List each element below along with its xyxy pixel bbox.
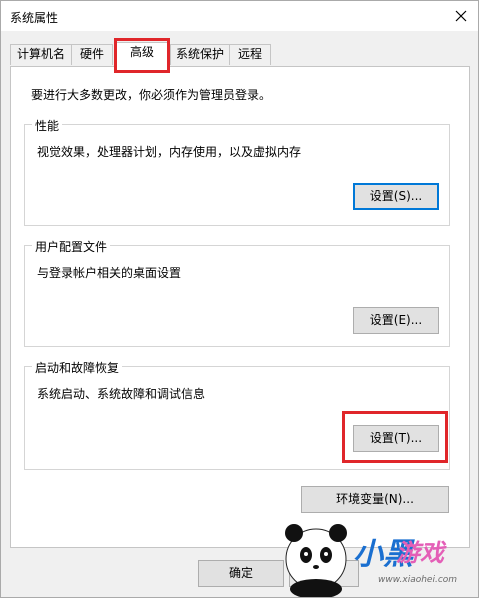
startup-recovery-group-title: 启动和故障恢复 xyxy=(32,359,123,376)
performance-group: 性能 视觉效果，处理器计划，内存使用，以及虚拟内存 设置(S)... xyxy=(24,117,450,226)
panda-icon xyxy=(285,524,347,597)
user-profiles-group-title: 用户配置文件 xyxy=(32,238,111,255)
close-button[interactable] xyxy=(444,1,478,31)
tab-advanced[interactable]: 高级 xyxy=(114,42,170,67)
user-profiles-settings-button[interactable]: 设置(E)... xyxy=(353,307,439,334)
watermark-logo: 小黑 游戏 www.xiaohei.com xyxy=(278,507,478,597)
watermark-url: www.xiaohei.com xyxy=(378,575,458,585)
ok-button[interactable]: 确定 xyxy=(198,560,284,587)
startup-recovery-group: 启动和故障恢复 系统启动、系统故障和调试信息 设置(T)... xyxy=(24,359,450,470)
startup-recovery-settings-button[interactable]: 设置(T)... xyxy=(353,425,439,452)
tab-remote[interactable]: 远程 xyxy=(229,44,271,65)
system-properties-window: 系统属性 计算机名 硬件 高级 系统保护 远程 要进行大多数更改，你必须作为管理… xyxy=(0,0,479,598)
user-profiles-description: 与登录帐户相关的桌面设置 xyxy=(37,266,182,280)
close-icon xyxy=(455,10,467,22)
advanced-tab-panel: 要进行大多数更改，你必须作为管理员登录。 性能 视觉效果，处理器计划，内存使用，… xyxy=(10,66,470,548)
user-profiles-group: 用户配置文件 与登录帐户相关的桌面设置 设置(E)... xyxy=(24,238,450,347)
title-bar: 系统属性 xyxy=(1,1,478,31)
tab-system-protection[interactable]: 系统保护 xyxy=(170,44,230,65)
performance-description: 视觉效果，处理器计划，内存使用，以及虚拟内存 xyxy=(37,145,302,159)
window-title: 系统属性 xyxy=(10,11,59,25)
startup-recovery-description: 系统启动、系统故障和调试信息 xyxy=(37,387,206,401)
performance-group-title: 性能 xyxy=(32,117,63,134)
performance-settings-button[interactable]: 设置(S)... xyxy=(353,183,439,210)
watermark-brand-b: 游戏 xyxy=(396,539,444,567)
tab-computer-name[interactable]: 计算机名 xyxy=(10,44,72,65)
admin-notice: 要进行大多数更改，你必须作为管理员登录。 xyxy=(31,88,272,102)
tab-hardware[interactable]: 硬件 xyxy=(71,44,113,65)
